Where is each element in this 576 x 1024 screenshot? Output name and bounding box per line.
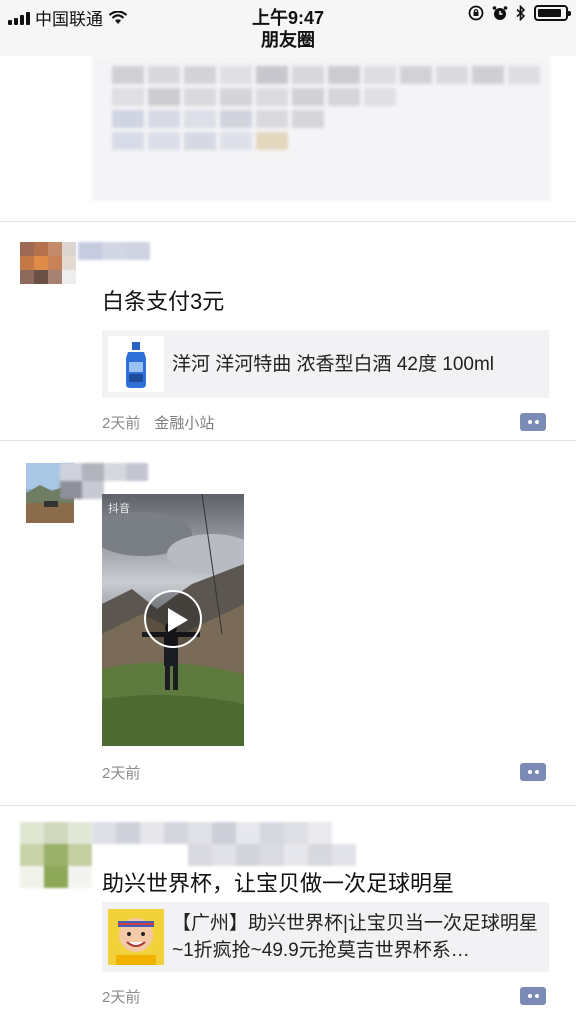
status-right (468, 5, 571, 21)
post-meta: 2天前 (102, 762, 140, 783)
link-card[interactable]: 洋河 洋河特曲 浓香型白酒 42度 100ml (102, 330, 549, 398)
post-time: 2天前 (102, 765, 141, 782)
product-thumbnail (108, 336, 164, 392)
username-blurred[interactable] (92, 822, 380, 866)
feed-post: 助兴世界杯，让宝贝做一次足球明星 【广州】助兴世界杯|让宝贝当一次足球明星~1折… (0, 806, 576, 1024)
feed-post: 白条支付3元 洋河 洋河特曲 浓香型白酒 42度 100ml 2天前 金融小站 (0, 222, 576, 441)
battery-icon (534, 5, 571, 21)
avatar[interactable] (20, 822, 92, 888)
moments-feed[interactable]: 白条支付3元 洋河 洋河特曲 浓香型白酒 42度 100ml 2天前 金融小站 (0, 56, 576, 1024)
feed-post (0, 56, 576, 222)
post-text: 白条支付3元 (102, 289, 225, 314)
avatar[interactable] (20, 242, 76, 284)
comment-icon[interactable] (520, 763, 546, 781)
post-meta: 2天前 (102, 986, 140, 1007)
post-time: 2天前 (102, 415, 141, 432)
comment-icon[interactable] (520, 987, 546, 1005)
post-text: 助兴世界杯，让宝贝做一次足球明星 (102, 871, 455, 896)
play-icon[interactable] (144, 590, 202, 648)
comment-icon[interactable] (520, 413, 546, 431)
link-title: 【广州】助兴世界杯|让宝贝当一次足球明星~1折疯抢~49.9元抢莫吉世界杯系… (172, 913, 538, 961)
blurred-text (112, 66, 540, 150)
status-bar: 中国联通 上午9:47 (0, 0, 576, 30)
product-thumbnail (108, 909, 164, 965)
orientation-lock-icon (468, 5, 484, 21)
feed-post: 抖音 2天前 (0, 441, 576, 806)
username-blurred[interactable] (78, 242, 150, 260)
link-card[interactable]: 【广州】助兴世界杯|让宝贝当一次足球明星~1折疯抢~49.9元抢莫吉世界杯系… (102, 902, 549, 972)
video-thumbnail[interactable]: 抖音 (102, 494, 244, 746)
link-title: 洋河 洋河特曲 浓香型白酒 42度 100ml (172, 353, 494, 375)
video-watermark: 抖音 (108, 503, 130, 515)
bluetooth-icon (516, 5, 526, 21)
post-meta: 2天前 金融小站 (102, 412, 214, 433)
post-time: 2天前 (102, 989, 141, 1006)
post-source[interactable]: 金融小站 (154, 412, 214, 433)
alarm-icon (492, 6, 508, 20)
page-title: 朋友圈 (0, 30, 576, 56)
